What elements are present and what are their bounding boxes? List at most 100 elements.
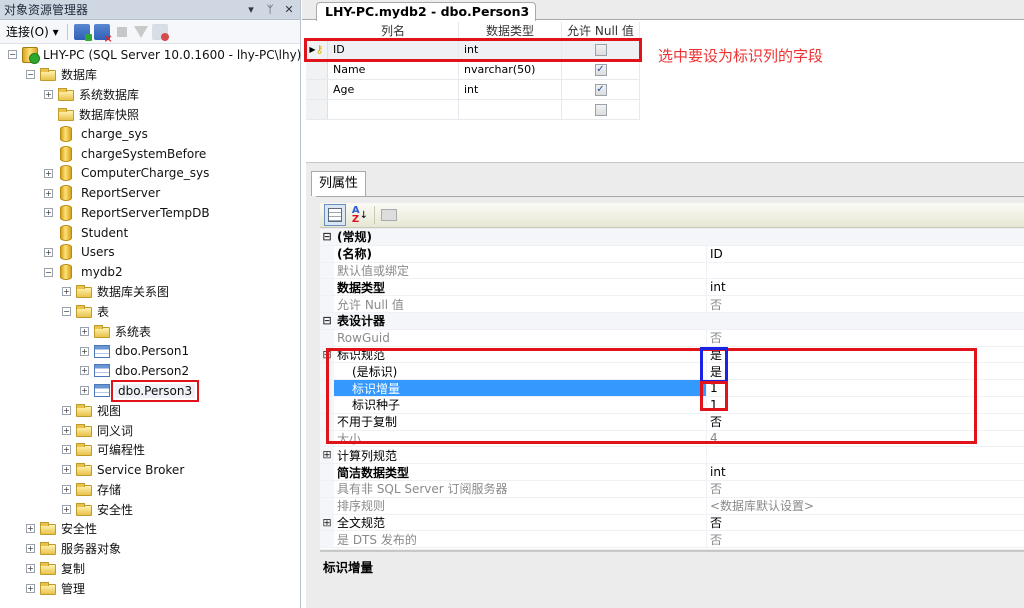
- expand-icon[interactable]: +: [80, 366, 89, 376]
- cell-data-type[interactable]: nvarchar(50): [459, 60, 562, 79]
- property-value[interactable]: 是: [707, 363, 1024, 379]
- allow-null-checkbox[interactable]: ✓: [594, 63, 607, 76]
- property-row[interactable]: ⊟ 标识规范是: [320, 346, 1024, 364]
- row-selector[interactable]: [306, 80, 328, 99]
- alphabetical-button[interactable]: A Z ↓: [349, 204, 371, 226]
- tree-node[interactable]: + ComputerCharge_sys: [0, 164, 300, 184]
- property-row[interactable]: 排序规则 <数据库默认设置>: [320, 497, 1024, 515]
- header-allow-null[interactable]: 允许 Null 值: [562, 22, 640, 39]
- header-column-name[interactable]: 列名: [328, 22, 459, 39]
- expand-icon[interactable]: +: [62, 287, 71, 297]
- tree-node[interactable]: + dbo.Person1: [0, 341, 300, 361]
- tree-node[interactable]: + 管理: [0, 578, 300, 598]
- expand-icon[interactable]: +: [80, 386, 89, 396]
- expand-icon[interactable]: +: [44, 208, 53, 218]
- tree-node[interactable]: Student: [0, 223, 300, 243]
- property-row[interactable]: 不用于复制否: [320, 413, 1024, 431]
- grid-row[interactable]: Age int ✓: [306, 80, 640, 100]
- close-icon[interactable]: ✕: [281, 3, 297, 16]
- property-value[interactable]: int: [707, 464, 1024, 480]
- tree-node[interactable]: + Users: [0, 243, 300, 263]
- property-row[interactable]: 是 DTS 发布的否: [320, 531, 1024, 549]
- collapse-icon[interactable]: ⊟: [320, 312, 334, 329]
- property-category[interactable]: ⊟ (常规): [320, 229, 1024, 246]
- cell-data-type[interactable]: [459, 100, 562, 119]
- property-value[interactable]: 否: [707, 515, 1024, 531]
- tree-node[interactable]: − 表: [0, 302, 300, 322]
- tree-node[interactable]: + dbo.Person2: [0, 361, 300, 381]
- allow-null-checkbox[interactable]: [594, 103, 607, 116]
- connect-icon[interactable]: [73, 23, 92, 41]
- expand-icon[interactable]: +: [26, 524, 35, 534]
- tab-column-properties[interactable]: 列属性: [311, 171, 367, 196]
- collapse-icon[interactable]: −: [62, 307, 71, 317]
- property-row[interactable]: 数据类型 int: [320, 279, 1024, 297]
- grid-row[interactable]: ▶ ⚷ ID int: [304, 38, 642, 62]
- cell-column-name[interactable]: [328, 100, 459, 119]
- expand-icon[interactable]: +: [62, 425, 71, 435]
- tree-node[interactable]: chargeSystemBefore: [0, 144, 300, 164]
- property-row[interactable]: (名称) ID: [320, 245, 1024, 263]
- expand-icon[interactable]: +: [44, 247, 53, 257]
- tree-node[interactable]: + ReportServerTempDB: [0, 203, 300, 223]
- expand-icon[interactable]: +: [26, 563, 35, 573]
- collapse-icon[interactable]: −: [8, 50, 17, 60]
- row-selector[interactable]: ▶ ⚷: [306, 40, 328, 59]
- expand-icon[interactable]: +: [26, 583, 35, 593]
- property-category[interactable]: ⊟ 表设计器: [320, 312, 1024, 330]
- tree-node[interactable]: + 存储: [0, 480, 300, 500]
- expand-icon[interactable]: +: [26, 544, 35, 554]
- tree-node[interactable]: + 数据库关系图: [0, 282, 300, 302]
- allow-null-checkbox[interactable]: ✓: [594, 83, 607, 96]
- tree-node[interactable]: + 复制: [0, 559, 300, 579]
- allow-null-checkbox[interactable]: [594, 43, 607, 56]
- property-row[interactable]: ⊞ 计算列规范: [320, 447, 1024, 465]
- tree-node[interactable]: − mydb2: [0, 262, 300, 282]
- tree-node[interactable]: + dbo.Person3: [0, 379, 300, 402]
- expand-icon[interactable]: +: [62, 445, 71, 455]
- tree-node[interactable]: + Service Broker: [0, 460, 300, 480]
- property-row[interactable]: RowGuid 否: [320, 329, 1024, 347]
- property-value[interactable]: 1: [707, 397, 1024, 413]
- expand-icon[interactable]: ⊞: [320, 447, 334, 464]
- expand-icon[interactable]: +: [44, 89, 53, 99]
- expand-icon[interactable]: ⊞: [320, 514, 334, 531]
- categorized-button[interactable]: [324, 204, 346, 226]
- grid-row[interactable]: Name nvarchar(50) ✓: [306, 60, 640, 80]
- property-value[interactable]: 否: [707, 414, 1024, 430]
- property-row[interactable]: 允许 Null 值否: [320, 296, 1024, 313]
- collapse-icon[interactable]: −: [26, 70, 35, 80]
- tree-node[interactable]: + ReportServer: [0, 183, 300, 203]
- filter-icon[interactable]: [133, 25, 148, 38]
- tree-node[interactable]: 数据库快照: [0, 104, 300, 124]
- expand-icon[interactable]: +: [80, 326, 89, 336]
- expand-icon[interactable]: +: [62, 465, 71, 475]
- row-selector[interactable]: [306, 60, 328, 79]
- tree-node[interactable]: + 同义词: [0, 420, 300, 440]
- pin-icon[interactable]: ᛘ: [262, 3, 278, 16]
- tree-node[interactable]: − 数据库: [0, 65, 300, 85]
- disconnect-icon[interactable]: [93, 23, 113, 45]
- property-row[interactable]: ⊞ 全文规范否: [320, 514, 1024, 532]
- property-value[interactable]: int: [707, 279, 1024, 295]
- property-value[interactable]: 4: [707, 431, 1024, 447]
- tree-node[interactable]: + 可编程性: [0, 440, 300, 460]
- expand-icon[interactable]: +: [62, 405, 71, 415]
- tree-node[interactable]: + 安全性: [0, 519, 300, 539]
- property-value[interactable]: <数据库默认设置>: [707, 498, 1024, 514]
- tree-node[interactable]: + 视图: [0, 401, 300, 421]
- property-value[interactable]: 否: [707, 531, 1024, 547]
- property-value[interactable]: 否: [707, 296, 1024, 312]
- row-selector[interactable]: [306, 100, 328, 119]
- collapse-icon[interactable]: ⊟: [320, 229, 334, 245]
- tree-node[interactable]: charge_sys: [0, 124, 300, 144]
- header-data-type[interactable]: 数据类型: [459, 22, 562, 39]
- property-value[interactable]: [707, 263, 1024, 279]
- property-row[interactable]: 简洁数据类型 int: [320, 464, 1024, 481]
- expand-icon[interactable]: +: [44, 168, 53, 178]
- expand-icon[interactable]: +: [80, 346, 89, 356]
- tree-node[interactable]: + 安全性: [0, 499, 300, 519]
- tree-node[interactable]: + 系统数据库: [0, 85, 300, 105]
- expand-icon[interactable]: +: [62, 504, 71, 514]
- cell-column-name[interactable]: Age: [328, 80, 459, 99]
